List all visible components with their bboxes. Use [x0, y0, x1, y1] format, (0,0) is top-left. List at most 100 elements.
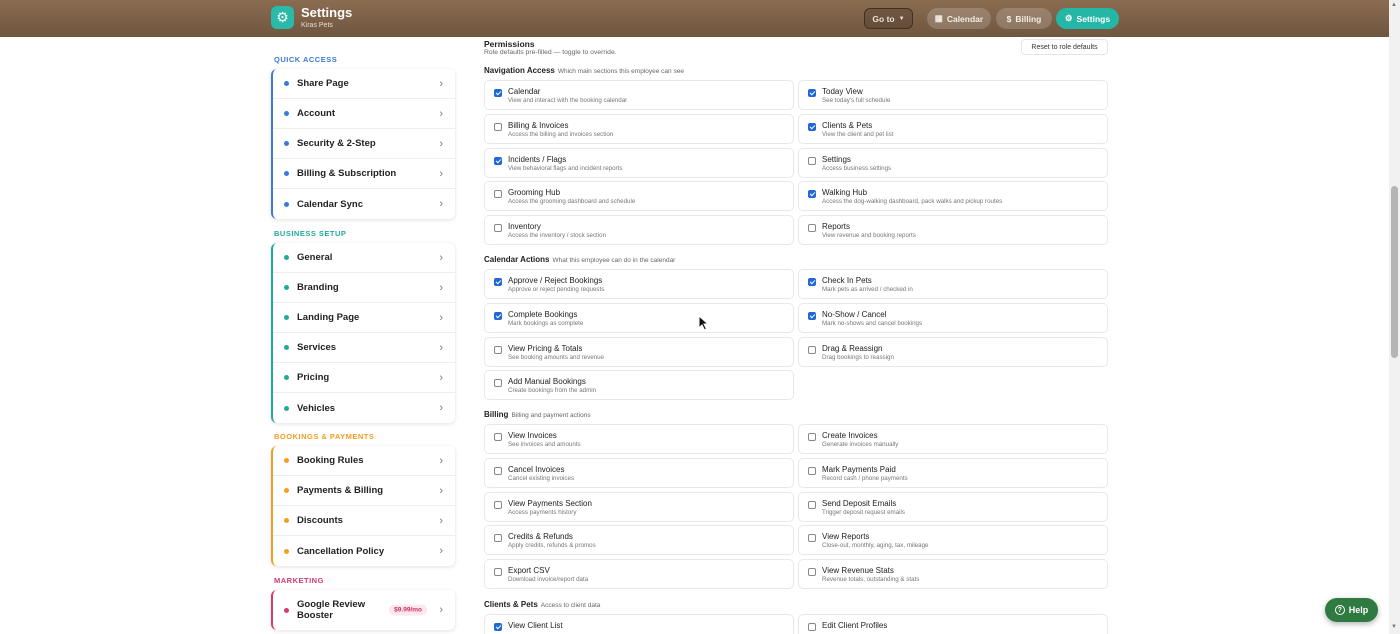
- checkbox[interactable]: [808, 433, 816, 441]
- permission-label: Add Manual Bookings: [508, 377, 586, 387]
- sidebar-item-google-review-booster[interactable]: Google Review Booster $9.99/mo ›: [273, 590, 455, 630]
- permission-view-revenue-stats[interactable]: View Revenue Stats Revenue totals, outsta…: [798, 559, 1108, 590]
- sidebar-item-branding[interactable]: Branding ›: [273, 273, 455, 303]
- permission-description: Access payments history: [508, 508, 577, 516]
- checkbox[interactable]: [808, 122, 816, 131]
- checkbox[interactable]: [808, 278, 816, 286]
- page-title: Settings: [301, 5, 353, 20]
- bullet-dot: [284, 488, 289, 493]
- checkbox[interactable]: [808, 345, 816, 354]
- permission-complete-bookings[interactable]: Complete Bookings Mark bookings as comple…: [484, 302, 794, 333]
- checkbox[interactable]: [808, 89, 816, 97]
- checkbox[interactable]: [808, 568, 816, 577]
- sidebar-item-general[interactable]: General ›: [273, 243, 455, 273]
- permission-view-pricing-and-totals[interactable]: View Pricing & Totals See booking amounts…: [484, 336, 794, 367]
- permission-view-payments-section[interactable]: View Payments Section Access payments his…: [484, 491, 794, 522]
- checkbox[interactable]: [808, 311, 816, 320]
- checkbox[interactable]: [808, 466, 816, 475]
- help-button[interactable]: ? Help: [1325, 598, 1378, 622]
- sidebar-item-calendar-sync[interactable]: Calendar Sync ›: [273, 189, 455, 219]
- calendar-button[interactable]: ▦ Calendar: [927, 8, 991, 29]
- settings-button[interactable]: ⚙ Settings: [1056, 8, 1119, 29]
- permission-mark-payments-paid[interactable]: Mark Payments Paid Record cash / phone pa…: [798, 457, 1108, 488]
- permission-send-deposit-emails[interactable]: Send Deposit Emails Trigger deposit reque…: [798, 491, 1108, 522]
- category-subtitle: What this employee can do in the calenda…: [552, 257, 676, 264]
- chevron-right-icon: ›: [439, 77, 443, 90]
- permission-incidents-flags[interactable]: Incidents / Flags View behavioral flags a…: [484, 147, 794, 178]
- permission-view-reports[interactable]: View Reports Close-out, monthly, aging, t…: [798, 525, 1108, 556]
- checkbox[interactable]: [808, 224, 816, 233]
- sidebar-item-vehicles[interactable]: Vehicles ›: [273, 393, 455, 423]
- permission-add-manual-bookings[interactable]: Add Manual Bookings Create bookings from …: [484, 370, 794, 401]
- permission-no-show-cancel[interactable]: No-Show / Cancel Mark no-shows and cancel…: [798, 302, 1108, 333]
- sidebar-item-account[interactable]: Account ›: [273, 99, 455, 129]
- permission-billing-and-invoices[interactable]: Billing & Invoices Access the billing and…: [484, 113, 794, 144]
- permission-cancel-invoices[interactable]: Cancel Invoices Cancel existing invoices: [484, 457, 794, 488]
- checkbox[interactable]: [808, 534, 816, 543]
- sidebar-item-security-and-2-step[interactable]: Security & 2-Step ›: [273, 129, 455, 159]
- permission-calendar[interactable]: Calendar View and interact with the booki…: [484, 80, 794, 110]
- permission-description: See booking amounts and revenue: [508, 353, 604, 361]
- permission-reports[interactable]: Reports View revenue and booking reports: [798, 215, 1108, 246]
- checkbox[interactable]: [494, 623, 502, 631]
- permission-export-csv[interactable]: Export CSV Download invoice/report data: [484, 559, 794, 590]
- sidebar-item-label: Cancellation Policy: [297, 545, 385, 557]
- permission-credits-and-refunds[interactable]: Credits & Refunds Apply credits, refunds …: [484, 525, 794, 556]
- scroll-down-icon[interactable]: ▼: [1391, 624, 1397, 630]
- checkbox[interactable]: [494, 433, 502, 441]
- sidebar-item-payments-and-billing[interactable]: Payments & Billing ›: [273, 476, 455, 506]
- calendar-icon: ▦: [934, 13, 943, 23]
- sidebar-item-share-page[interactable]: Share Page ›: [273, 69, 455, 99]
- permission-clients-and-pets[interactable]: Clients & Pets View the client and pet li…: [798, 113, 1108, 144]
- permission-settings[interactable]: Settings Access business settings: [798, 147, 1108, 178]
- checkbox[interactable]: [494, 190, 502, 199]
- scroll-thumb[interactable]: [1391, 186, 1398, 358]
- checkbox[interactable]: [808, 156, 816, 165]
- permission-today-view[interactable]: Today View See today's full schedule: [798, 80, 1108, 110]
- checkbox[interactable]: [494, 89, 502, 97]
- permission-view-invoices[interactable]: View Invoices See invoices and amounts: [484, 424, 794, 454]
- checkbox[interactable]: [494, 311, 502, 320]
- goto-dropdown[interactable]: Go to ▼: [864, 8, 913, 29]
- page-scrollbar[interactable]: ▲ ▼: [1389, 0, 1400, 634]
- sidebar-item-landing-page[interactable]: Landing Page ›: [273, 303, 455, 333]
- checkbox[interactable]: [808, 190, 816, 199]
- checkbox[interactable]: [808, 623, 816, 631]
- sidebar-item-pricing[interactable]: Pricing ›: [273, 363, 455, 393]
- checkbox[interactable]: [494, 379, 502, 388]
- permission-walking-hub[interactable]: Walking Hub Access the dog-walking dashbo…: [798, 181, 1108, 212]
- checkbox[interactable]: [808, 500, 816, 509]
- billing-button[interactable]: $ Billing: [996, 8, 1052, 29]
- category-subtitle: Billing and payment actions: [511, 412, 591, 419]
- permission-check-in-pets[interactable]: Check In Pets Mark pets as arrived / chec…: [798, 269, 1108, 299]
- permission-inventory[interactable]: Inventory Access the inventory / stock se…: [484, 215, 794, 246]
- checkbox[interactable]: [494, 224, 502, 233]
- reset-role-defaults-button[interactable]: Reset to role defaults: [1021, 39, 1108, 55]
- sidebar-item-cancellation-policy[interactable]: Cancellation Policy ›: [273, 536, 455, 566]
- sidebar-item-booking-rules[interactable]: Booking Rules ›: [273, 446, 455, 476]
- sidebar-item-billing-and-subscription[interactable]: Billing & Subscription ›: [273, 159, 455, 189]
- permissions-subtitle: Role defaults pre-filled — toggle to ove…: [484, 49, 617, 56]
- permission-description: View behavioral flags and incident repor…: [508, 164, 623, 172]
- permission-description: Access business settings: [822, 164, 892, 172]
- permission-grooming-hub[interactable]: Grooming Hub Access the grooming dashboar…: [484, 181, 794, 212]
- sidebar-item-label: Branding: [297, 282, 339, 293]
- chevron-right-icon: ›: [439, 107, 443, 120]
- checkbox[interactable]: [494, 345, 502, 354]
- permission-create-invoices[interactable]: Create Invoices Generate invoices manuall…: [798, 424, 1108, 454]
- checkbox[interactable]: [494, 122, 502, 131]
- scroll-up-icon[interactable]: ▲: [1391, 2, 1397, 8]
- checkbox[interactable]: [494, 156, 502, 165]
- permission-drag-and-reassign[interactable]: Drag & Reassign Drag bookings to reassign: [798, 336, 1108, 367]
- permission-view-client-list[interactable]: View Client List: [484, 614, 794, 634]
- permission-approve-reject-bookings[interactable]: Approve / Reject Bookings Approve or reje…: [484, 269, 794, 299]
- permission-edit-client-profiles[interactable]: Edit Client Profiles: [798, 614, 1108, 634]
- permission-label: Inventory: [508, 222, 541, 232]
- checkbox[interactable]: [494, 278, 502, 286]
- checkbox[interactable]: [494, 534, 502, 543]
- sidebar-item-services[interactable]: Services ›: [273, 333, 455, 363]
- checkbox[interactable]: [494, 568, 502, 577]
- sidebar-item-discounts[interactable]: Discounts ›: [273, 506, 455, 536]
- checkbox[interactable]: [494, 466, 502, 475]
- checkbox[interactable]: [494, 500, 502, 509]
